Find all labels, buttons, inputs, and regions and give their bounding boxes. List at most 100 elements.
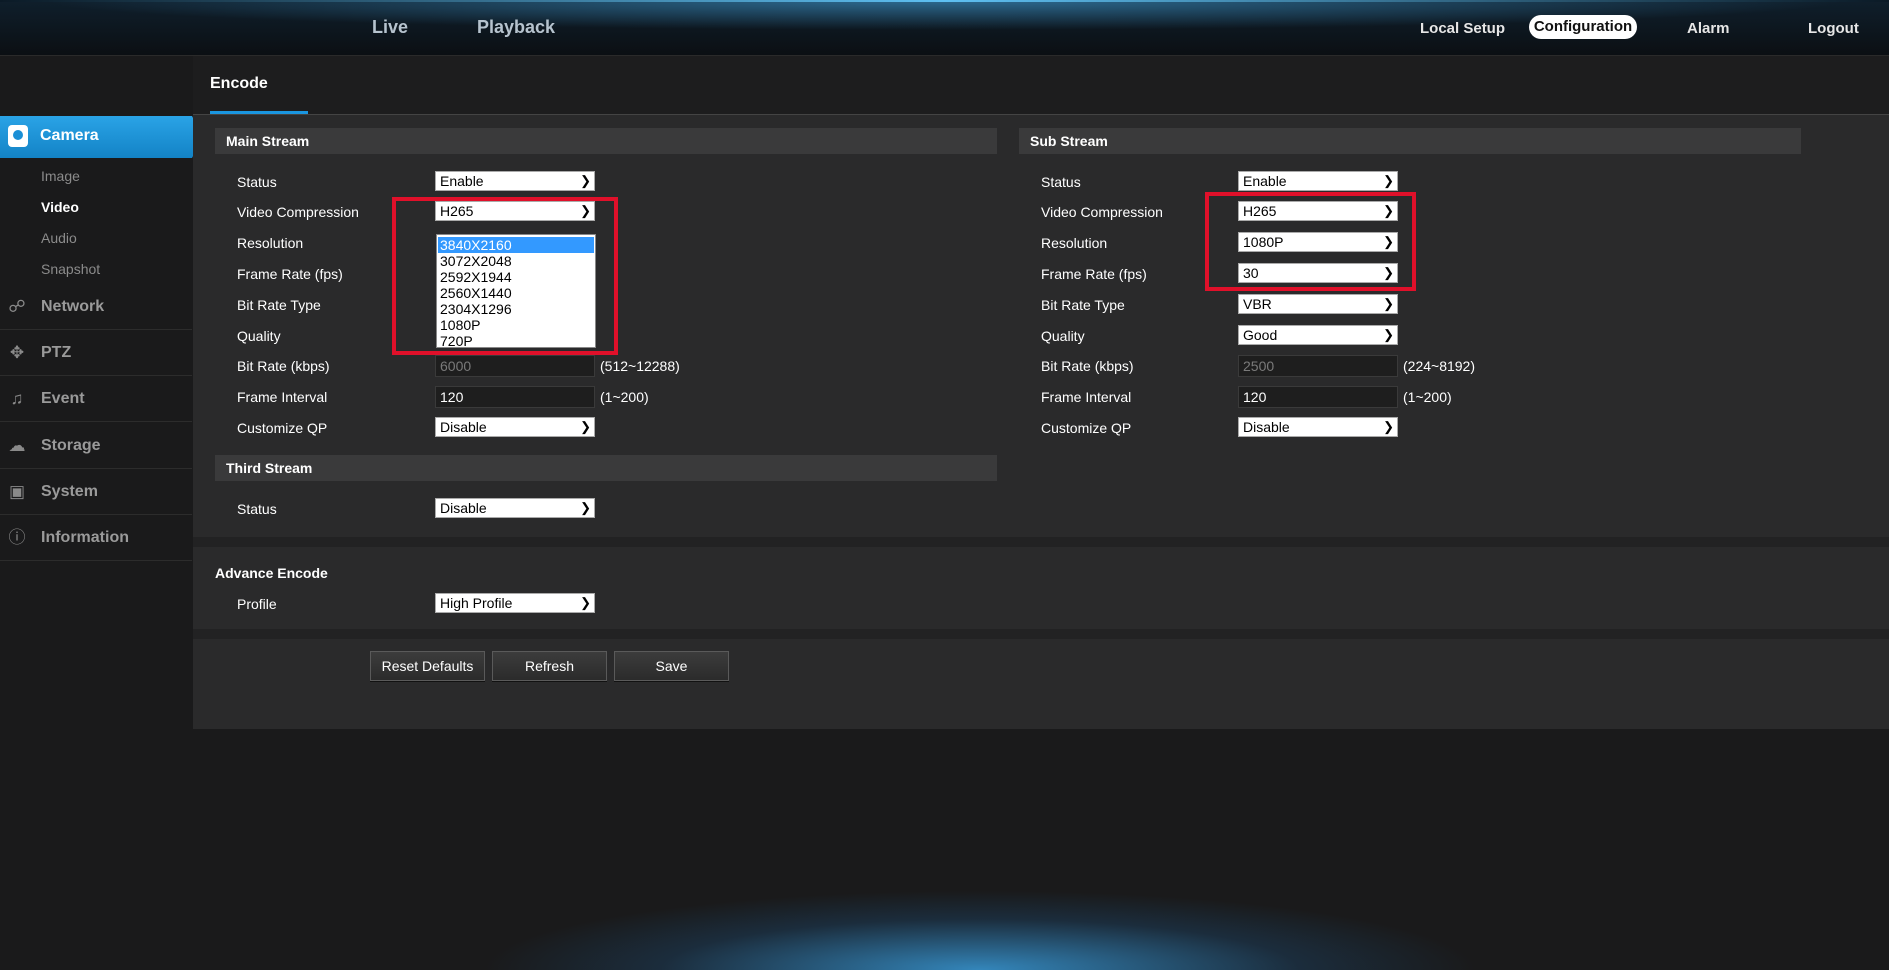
profile-label: Profile bbox=[237, 596, 277, 612]
nav-alarm[interactable]: Alarm bbox=[1687, 20, 1730, 37]
main-status-select[interactable]: Enable ❯ bbox=[435, 171, 595, 191]
chevron-down-icon: ❯ bbox=[580, 173, 591, 188]
save-button[interactable]: Save bbox=[614, 651, 729, 681]
chevron-down-icon: ❯ bbox=[1383, 173, 1394, 188]
sidebar-sub-snapshot[interactable]: Snapshot bbox=[41, 261, 100, 277]
main-frame-rate-label: Frame Rate (fps) bbox=[237, 266, 343, 282]
sub-frame-interval-input[interactable]: 120 bbox=[1238, 386, 1398, 408]
select-value: Enable bbox=[1243, 173, 1287, 189]
chevron-down-icon: ❯ bbox=[580, 500, 591, 515]
main-customize-qp-select[interactable]: Disable ❯ bbox=[435, 417, 595, 437]
main-frame-interval-label: Frame Interval bbox=[237, 389, 328, 405]
main-bit-rate-type-label: Bit Rate Type bbox=[237, 297, 321, 313]
bottom-glow bbox=[480, 890, 1480, 970]
sub-status-select[interactable]: Enable ❯ bbox=[1238, 171, 1398, 191]
third-status-select[interactable]: Disable ❯ bbox=[435, 498, 595, 518]
sidebar-sub-audio[interactable]: Audio bbox=[41, 230, 77, 246]
ptz-icon: ✥ bbox=[9, 343, 25, 362]
sub-quality-select[interactable]: Good ❯ bbox=[1238, 325, 1398, 345]
select-value: Good bbox=[1243, 327, 1278, 343]
select-value: Enable bbox=[440, 173, 484, 189]
select-value: Disable bbox=[440, 419, 487, 435]
main-frame-interval-input[interactable]: 120 bbox=[435, 386, 595, 408]
sub-bit-rate-range: (224~8192) bbox=[1403, 358, 1476, 374]
sub-frame-rate-label: Frame Rate (fps) bbox=[1041, 266, 1147, 282]
event-icon: ♫ bbox=[10, 389, 24, 408]
main-quality-label: Quality bbox=[237, 328, 281, 344]
nav-playback[interactable]: Playback bbox=[477, 17, 555, 38]
sidebar-sub-video[interactable]: Video bbox=[41, 199, 79, 215]
information-icon: ⓘ bbox=[8, 528, 26, 547]
sub-bit-rate-type-select[interactable]: VBR ❯ bbox=[1238, 294, 1398, 314]
select-value: High Profile bbox=[440, 595, 513, 611]
main-status-label: Status bbox=[237, 174, 277, 190]
select-value: Disable bbox=[440, 500, 487, 516]
sub-stream-header bbox=[1019, 128, 1801, 154]
sub-resolution-label: Resolution bbox=[1041, 235, 1108, 251]
main-bit-rate-label: Bit Rate (kbps) bbox=[237, 358, 330, 374]
sub-bit-rate-label: Bit Rate (kbps) bbox=[1041, 358, 1134, 374]
sidebar-item-label: Event bbox=[41, 390, 85, 407]
sub-quality-label: Quality bbox=[1041, 328, 1085, 344]
sidebar-item-label: Camera bbox=[40, 127, 99, 144]
nav-live[interactable]: Live bbox=[372, 17, 408, 38]
main-bit-rate-input[interactable]: 6000 bbox=[435, 355, 595, 377]
sidebar-item-storage[interactable]: ☁ Storage bbox=[0, 424, 192, 469]
sidebar-item-label: PTZ bbox=[41, 344, 72, 361]
sidebar-item-information[interactable]: ⓘ Information bbox=[0, 516, 192, 561]
input-value: 2500 bbox=[1243, 358, 1275, 374]
profile-select[interactable]: High Profile ❯ bbox=[435, 593, 595, 613]
sidebar-sub-image[interactable]: Image bbox=[41, 168, 80, 184]
nav-local-setup[interactable]: Local Setup bbox=[1420, 20, 1505, 37]
sidebar-item-label: Information bbox=[41, 529, 129, 546]
sidebar-item-network[interactable]: ☍ Network bbox=[0, 285, 192, 330]
sidebar-item-label: Network bbox=[41, 298, 105, 315]
sub-bit-rate-input[interactable]: 2500 bbox=[1238, 355, 1398, 377]
main-resolution-label: Resolution bbox=[237, 235, 304, 251]
chevron-down-icon: ❯ bbox=[1383, 419, 1394, 434]
sidebar-item-label: Storage bbox=[41, 437, 101, 454]
third-stream-header bbox=[215, 455, 997, 481]
highlight-box-sub bbox=[1205, 192, 1416, 291]
sub-bit-rate-type-label: Bit Rate Type bbox=[1041, 297, 1125, 313]
sidebar-item-system[interactable]: ▣ System bbox=[0, 470, 192, 515]
tab-bar bbox=[193, 56, 1889, 115]
sidebar-item-label: System bbox=[41, 483, 98, 500]
section-divider bbox=[193, 537, 1889, 547]
main-video-compression-label: Video Compression bbox=[237, 204, 359, 220]
tab-active-indicator bbox=[210, 111, 308, 114]
input-value: 120 bbox=[440, 389, 464, 405]
third-stream-title: Third Stream bbox=[226, 460, 313, 476]
storage-icon: ☁ bbox=[8, 436, 26, 455]
chevron-down-icon: ❯ bbox=[580, 419, 591, 434]
sidebar-item-event[interactable]: ♫ Event bbox=[0, 377, 192, 422]
sub-video-compression-label: Video Compression bbox=[1041, 204, 1163, 220]
select-value: VBR bbox=[1243, 296, 1272, 312]
sub-frame-interval-label: Frame Interval bbox=[1041, 389, 1132, 405]
sidebar-item-camera[interactable]: Camera bbox=[0, 116, 203, 158]
section-divider bbox=[193, 629, 1889, 639]
chevron-down-icon: ❯ bbox=[580, 595, 591, 610]
chevron-down-icon: ❯ bbox=[1383, 327, 1394, 342]
main-bit-rate-range: (512~12288) bbox=[600, 358, 680, 374]
main-frame-interval-range: (1~200) bbox=[600, 389, 649, 405]
reset-defaults-button[interactable]: Reset Defaults bbox=[370, 651, 485, 681]
network-icon: ☍ bbox=[8, 297, 26, 316]
main-stream-title: Main Stream bbox=[226, 133, 310, 149]
nav-configuration[interactable]: Configuration bbox=[1529, 15, 1637, 39]
camera-icon bbox=[8, 125, 28, 147]
highlight-box-main bbox=[392, 197, 618, 355]
advance-encode-title: Advance Encode bbox=[215, 565, 328, 581]
system-icon: ▣ bbox=[8, 482, 26, 501]
main-stream-header bbox=[215, 128, 997, 154]
chevron-down-icon: ❯ bbox=[1383, 296, 1394, 311]
tab-encode[interactable]: Encode bbox=[210, 75, 268, 93]
sub-customize-qp-label: Customize QP bbox=[1041, 420, 1132, 436]
nav-logout[interactable]: Logout bbox=[1808, 20, 1859, 37]
sidebar-item-ptz[interactable]: ✥ PTZ bbox=[0, 331, 192, 376]
sub-status-label: Status bbox=[1041, 174, 1081, 190]
third-status-label: Status bbox=[237, 501, 277, 517]
select-value: Disable bbox=[1243, 419, 1290, 435]
refresh-button[interactable]: Refresh bbox=[492, 651, 607, 681]
sub-customize-qp-select[interactable]: Disable ❯ bbox=[1238, 417, 1398, 437]
